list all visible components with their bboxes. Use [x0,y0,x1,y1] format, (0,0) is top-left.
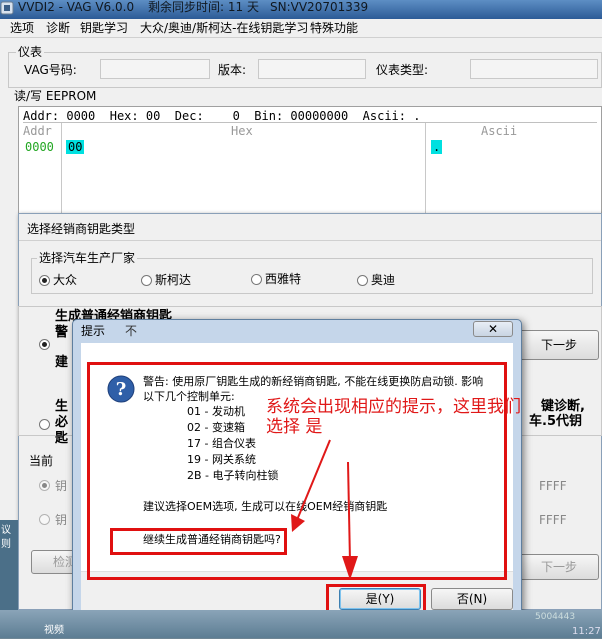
radio-seat[interactable] [251,274,262,285]
radio-skoda[interactable] [141,275,152,286]
brand-seat-label: 西雅特 [265,272,302,286]
column-divider [425,123,426,215]
option2-line2: 必 [55,415,69,430]
desktop-left-label: 议则 [1,525,11,550]
title-divider [19,240,601,241]
yes-button[interactable]: 是(Y) [339,588,421,610]
dialog-title: 选择经销商钥匙类型 [27,222,136,236]
menu-diagnose[interactable]: 诊断 [46,21,70,35]
annotation-text-line-2: 选择 是 [266,417,323,437]
col-header-ascii: Ascii [481,124,518,138]
row-hex-cell[interactable]: 00 [66,140,85,154]
next-button[interactable]: 下一步 [519,330,599,360]
hex-value: 00 [145,109,161,123]
current-group-title: 当前 [29,454,54,468]
option2-line1: 生 [55,399,69,414]
menu-options[interactable]: 选项 [10,21,34,35]
brand-audi-label: 奥迪 [371,273,396,287]
clock: 11:27 [572,626,601,637]
brand-vw-label: 大众 [53,273,78,287]
prompt-dialog: 提示 不 ✕ ? 警告: 使用原厂钥匙生成的新经销商钥匙, 不能在线更换防启动锁… [72,319,522,629]
menu-special-functions[interactable]: 特殊功能 [310,21,358,35]
radio-normal-dealer-key[interactable] [39,339,50,350]
prompt-behind-text: 不 [125,324,138,338]
brand-skoda-label: 斯柯达 [155,273,192,287]
ascii-value: . [413,109,421,123]
instrument-type-label: 仪表类型: [376,63,429,77]
vag-number-field [100,59,210,79]
title-bar: VVDI2 - VAG V6.0.0 剩余同步时间: 11 天 SN:VV207… [0,0,602,19]
close-button[interactable]: ✕ [473,321,513,337]
continue-question: 继续生成普通经销商钥匙吗? [143,533,281,546]
bin-label: Bin: [254,109,284,123]
vag-number-label: VAG号码: [24,63,77,77]
prompt-title: 提示 [81,324,106,338]
next-button-disabled[interactable]: 下一步 [519,554,599,580]
col-header-addr: Addr [23,124,52,138]
eeprom-group-title: 读/写 EEPROM [12,89,99,103]
row-ascii-cell[interactable]: . [431,140,443,154]
option2-right-text-2: 车.5代钥 [529,414,582,429]
version-field [258,59,366,79]
warning-line-1: 警告: 使用原厂钥匙生成的新经销商钥匙, 不能在线更换防启动锁. 影响 [143,375,484,388]
radio-current-key-1[interactable] [39,480,50,491]
hex-label: Hex: [109,109,139,123]
addr-label: Addr: [23,109,60,123]
taskbar: 视频 11:27 5004443 [0,610,602,638]
recommend-text: 建议选择OEM选项, 生成可以在线OEM经销商钥匙 [143,500,388,513]
instrument-group-title: 仪表 [16,45,45,59]
ffff-value-1: FFFF [539,479,567,493]
unit-instrument-cluster: 17 - 组合仪表 [187,437,256,450]
instrument-type-field [470,59,598,79]
radio-current-key-2[interactable] [39,514,50,525]
dec-value: 0 [232,109,240,123]
row-address: 0000 [25,140,54,154]
current-key-2-label: 钥 [55,513,68,527]
menu-online-key-learning[interactable]: 大众/奥迪/斯柯达-在线钥匙学习 [140,21,308,35]
serial-number: SN:VV20701339 [270,0,369,14]
svg-text:?: ? [116,379,127,400]
unit-gearbox: 02 - 变速箱 [187,421,245,434]
radio-other-key-type[interactable] [39,419,50,430]
menu-key-learning[interactable]: 钥匙学习 [80,21,128,35]
window-title: VVDI2 - VAG V6.0.0 [18,0,135,14]
option1-line2: 警 [55,325,69,340]
app-icon [0,1,14,15]
unit-steering-lock: 2B - 电子转向柱锁 [187,469,279,482]
close-icon: ✕ [487,322,499,336]
annotation-text-line-1: 系统会出现相应的提示，这里我们 [266,397,521,417]
column-divider [61,123,62,215]
no-button[interactable]: 否(N) [431,588,513,610]
current-key-1-label: 钥 [55,479,68,493]
eeprom-hex-view[interactable]: Addr: 0000 Hex: 00 Dec: 0 Bin: 00000000 … [18,106,602,216]
unit-gateway: 19 - 网关系统 [187,453,256,466]
option2-right-text-1: 键诊断, [541,399,585,414]
menu-bar: 选项 诊断 钥匙学习 大众/奥迪/斯柯达-在线钥匙学习 特殊功能 [0,19,602,38]
addr-value: 0000 [66,109,96,123]
radio-vw[interactable] [39,275,50,286]
warning-line-2: 以下几个控制单元: [143,390,235,403]
prompt-body: ? 警告: 使用原厂钥匙生成的新经销商钥匙, 不能在线更换防启动锁. 影响 以下… [81,343,513,622]
eeprom-status-row: Addr: 0000 Hex: 00 Dec: 0 Bin: 00000000 … [23,109,597,123]
manufacturer-group-title: 选择汽车生产厂家 [37,251,138,265]
unit-engine: 01 - 发动机 [187,405,245,418]
bin-value: 00000000 [290,109,349,123]
col-header-hex: Hex [231,124,253,138]
sync-time-label: 剩余同步时间: 11 天 [148,0,259,14]
dec-label: Dec: [174,109,204,123]
ascii-label: Ascii: [362,109,407,123]
ffff-value-2: FFFF [539,513,567,527]
radio-audi[interactable] [357,275,368,286]
warning-icon: ? [107,375,135,403]
version-label: 版本: [218,63,247,77]
option1-line3: 建 [55,355,69,370]
option2-line3: 匙 [55,431,69,446]
desktop-icon-label[interactable]: 视频 [44,624,64,638]
code-fragment: 5004443 [535,612,576,622]
